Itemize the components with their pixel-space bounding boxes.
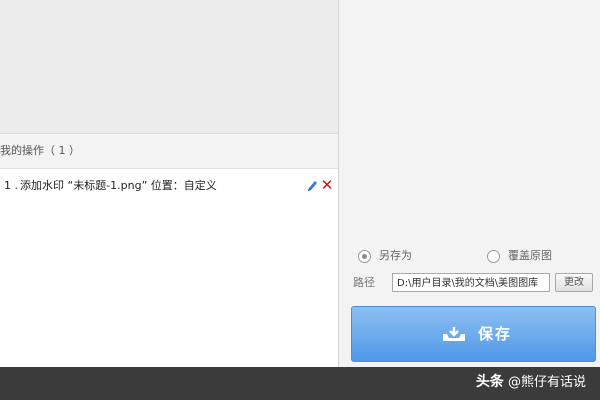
- path-label: 路径: [353, 276, 375, 289]
- operations-header-label: 我的操作（ 1 ）: [0, 144, 80, 157]
- operations-header: 我的操作（ 1 ）: [0, 134, 338, 169]
- radio-overwrite-indicator[interactable]: [487, 249, 500, 263]
- path-input[interactable]: D:\用户目录\我的文档\美图图库: [392, 273, 550, 292]
- save-button[interactable]: 保存: [351, 306, 596, 362]
- watermark-platform: 头条: [475, 374, 504, 390]
- save-button-label: 保存: [478, 325, 513, 343]
- operation-list-item[interactable]: 1 . 添加水印 “未标题-1.png” 位置：自定义 ✕: [0, 174, 338, 198]
- radio-save-as-label: 另存为: [379, 249, 412, 262]
- radio-overwrite[interactable]: 覆盖原图: [487, 247, 552, 265]
- radio-overwrite-label: 覆盖原图: [508, 249, 552, 262]
- tray-save-icon: [443, 327, 465, 341]
- operations-panel: 我的操作（ 1 ） 1 . 添加水印 “未标题-1.png” 位置：自定义 ✕: [0, 0, 338, 367]
- close-icon[interactable]: ✕: [320, 177, 334, 193]
- watermark: 头条 @熊仔有话说: [476, 372, 586, 393]
- image-preview-area: [0, 0, 338, 134]
- pencil-icon[interactable]: [306, 179, 318, 193]
- change-path-button[interactable]: 更改: [555, 273, 593, 292]
- watermark-author: @熊仔有话说: [507, 375, 586, 390]
- radio-save-as-indicator[interactable]: [358, 249, 371, 263]
- radio-save-as[interactable]: 另存为: [358, 247, 412, 265]
- operation-index: 1 .: [4, 179, 18, 192]
- operation-description: 添加水印 “未标题-1.png” 位置：自定义: [20, 179, 217, 192]
